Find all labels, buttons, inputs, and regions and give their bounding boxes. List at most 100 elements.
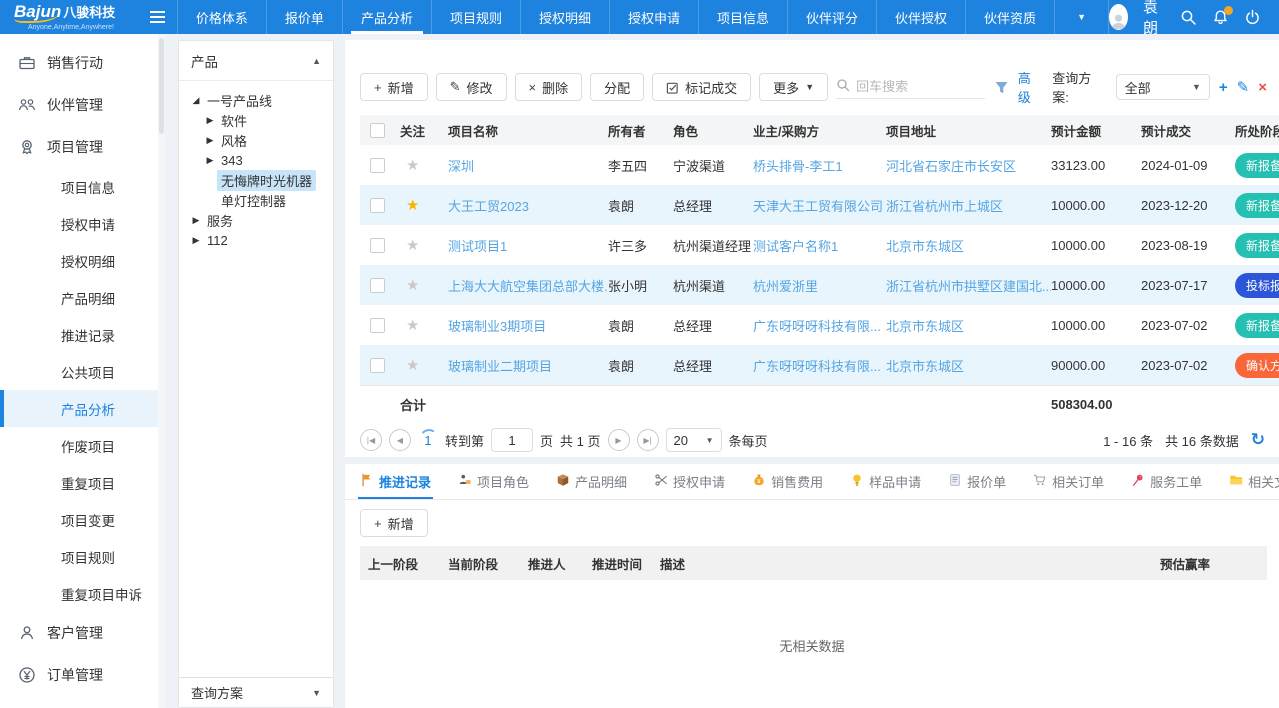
tree-collapsed-icon[interactable]: ▶ [203, 115, 217, 126]
prev-page-button[interactable]: ◀ [389, 429, 411, 451]
table-row[interactable]: ★ 上海大大航空集团总部大楼... 张小明 杭州渠道 杭州爱浙里 浙江省杭州市拱… [360, 265, 1279, 305]
last-page-button[interactable]: ▶| [637, 429, 659, 451]
nav-item-7[interactable]: 伙伴评分 [787, 0, 876, 34]
column-header-项目名称[interactable]: 项目名称 [448, 121, 608, 140]
table-row[interactable]: ★ 测试项目1 许三多 杭州渠道经理 测试客户名称1 北京市东城区 10000.… [360, 225, 1279, 265]
buyer-link[interactable]: 广东呀呀呀科技有限... [753, 316, 886, 335]
sidebar-scrollbar[interactable] [158, 34, 165, 708]
favorite-star-icon[interactable]: ★ [400, 277, 419, 294]
tree-expanded-icon[interactable]: ◢ [189, 95, 203, 106]
tree-node-软件[interactable]: ▶软件 [185, 110, 327, 130]
advanced-search-link[interactable]: 高级 [1018, 68, 1043, 106]
column-header-关注[interactable]: 关注 [400, 121, 448, 140]
favorite-star-icon[interactable]: ★ [400, 197, 419, 214]
project-name-link[interactable]: 测试项目1 [448, 236, 608, 255]
buyer-link[interactable]: 广东呀呀呀科技有限... [753, 356, 886, 375]
first-page-button[interactable]: |◀ [360, 429, 382, 451]
sidebar-group-销售行动[interactable]: 销售行动 [0, 42, 165, 84]
edit-button[interactable]: ✎修改 [436, 73, 507, 101]
address-link[interactable]: 北京市东城区 [886, 236, 1051, 255]
sidebar-item-作废项目[interactable]: 作废项目 [0, 427, 165, 464]
tree-panel-header[interactable]: 产品 ▲ [179, 41, 333, 81]
assign-button[interactable]: 分配 [590, 73, 644, 101]
tab-相关订单[interactable]: 相关订单 [1033, 464, 1104, 499]
select-all-checkbox[interactable] [370, 123, 385, 138]
sidebar-item-推进记录[interactable]: 推进记录 [0, 316, 165, 353]
collapse-up-icon[interactable]: ▲ [312, 56, 321, 66]
column-header-预计成交[interactable]: 预计成交 [1141, 121, 1235, 140]
sidebar-item-项目变更[interactable]: 项目变更 [0, 501, 165, 538]
nav-item-4[interactable]: 授权明细 [520, 0, 609, 34]
nav-item-3[interactable]: 项目规则 [431, 0, 520, 34]
row-checkbox[interactable] [370, 238, 385, 253]
nav-item-6[interactable]: 项目信息 [698, 0, 787, 34]
sidebar-item-重复项目申诉[interactable]: 重复项目申诉 [0, 575, 165, 612]
favorite-star-icon[interactable]: ★ [400, 357, 419, 374]
search-icon[interactable] [1180, 9, 1197, 26]
favorite-star-icon[interactable]: ★ [400, 317, 419, 334]
nav-item-0[interactable]: 价格体系 [177, 0, 266, 34]
edit-plan-icon[interactable]: ✎ [1237, 80, 1250, 95]
add-button[interactable]: +新增 [360, 73, 428, 101]
nav-item-1[interactable]: 报价单 [266, 0, 342, 34]
search-input[interactable]: 回车搜索 [836, 76, 985, 99]
next-page-button[interactable]: ▶ [608, 429, 630, 451]
tree-collapsed-icon[interactable]: ▶ [203, 135, 217, 146]
tab-项目角色[interactable]: 项目角色 [458, 464, 529, 499]
tree-node-112[interactable]: ▶112 [185, 230, 327, 250]
user-avatar[interactable] [1109, 4, 1128, 30]
tab-相关文件[interactable]: 相关文件 [1229, 464, 1279, 499]
app-logo[interactable]: Bajun 八骏科技 Anyone,Anytime,Anywhere! [0, 0, 138, 34]
tree-node-单灯控制器[interactable]: 单灯控制器 [185, 190, 327, 210]
tab-销售费用[interactable]: ¥销售费用 [752, 464, 823, 499]
row-checkbox[interactable] [370, 158, 385, 173]
project-name-link[interactable]: 玻璃制业二期项目 [448, 356, 608, 375]
delete-button[interactable]: ×删除 [515, 73, 583, 101]
column-header-所处阶段[interactable]: 所处阶段 [1235, 121, 1279, 140]
project-name-link[interactable]: 玻璃制业3期项目 [448, 316, 608, 335]
detail-add-button[interactable]: +新增 [360, 509, 428, 537]
row-checkbox[interactable] [370, 318, 385, 333]
row-checkbox[interactable] [370, 358, 385, 373]
buyer-link[interactable]: 测试客户名称1 [753, 236, 886, 255]
tab-产品明细[interactable]: 产品明细 [556, 464, 627, 499]
buyer-link[interactable]: 桥头排骨-李工1 [753, 156, 886, 175]
column-header-业主/采购方[interactable]: 业主/采购方 [753, 121, 886, 140]
address-link[interactable]: 北京市东城区 [886, 316, 1051, 335]
address-link[interactable]: 河北省石家庄市长安区 [886, 156, 1051, 175]
tab-样品申请[interactable]: 样品申请 [850, 464, 921, 499]
user-name[interactable]: 袁朗 [1143, 0, 1165, 38]
sidebar-group-服务支持[interactable]: 服务支持 [0, 696, 165, 708]
sidebar-item-项目信息[interactable]: 项目信息 [0, 168, 165, 205]
more-button[interactable]: 更多▼ [759, 73, 828, 101]
tab-授权申请[interactable]: 授权申请 [654, 464, 725, 499]
current-page[interactable]: 1 [418, 433, 438, 448]
tree-collapsed-icon[interactable]: ▶ [203, 155, 217, 166]
row-checkbox[interactable] [370, 198, 385, 213]
sidebar-item-产品分析[interactable]: 产品分析 [0, 390, 165, 427]
tree-collapsed-icon[interactable]: ▶ [189, 215, 203, 226]
table-row[interactable]: ★ 大王工贸2023 袁朗 总经理 天津大王工贸有限公司 浙江省杭州市上城区 1… [360, 185, 1279, 225]
more-menu-caret-icon[interactable]: ▼ [1054, 0, 1109, 34]
sidebar-item-授权申请[interactable]: 授权申请 [0, 205, 165, 242]
bell-icon[interactable] [1212, 9, 1229, 26]
tree-collapsed-icon[interactable]: ▶ [189, 235, 203, 246]
table-row[interactable]: ★ 玻璃制业二期项目 袁朗 总经理 广东呀呀呀科技有限... 北京市东城区 90… [360, 345, 1279, 385]
buyer-link[interactable]: 杭州爱浙里 [753, 276, 886, 295]
buyer-link[interactable]: 天津大王工贸有限公司 [753, 196, 886, 215]
page-input[interactable] [491, 428, 533, 452]
column-header-角色[interactable]: 角色 [673, 121, 753, 140]
sidebar-item-产品明细[interactable]: 产品明细 [0, 279, 165, 316]
add-plan-icon[interactable]: + [1219, 80, 1228, 95]
sidebar-item-重复项目[interactable]: 重复项目 [0, 464, 165, 501]
nav-item-9[interactable]: 伙伴资质 [965, 0, 1054, 34]
favorite-star-icon[interactable]: ★ [400, 237, 419, 254]
address-link[interactable]: 浙江省杭州市上城区 [886, 196, 1051, 215]
sidebar-item-项目规则[interactable]: 项目规则 [0, 538, 165, 575]
address-link[interactable]: 浙江省杭州市拱墅区建国北... [886, 276, 1051, 295]
query-plan-select[interactable]: 全部▼ [1116, 74, 1210, 100]
column-header-预计金额[interactable]: 预计金额 [1051, 121, 1141, 140]
sidebar-group-订单管理[interactable]: 订单管理 [0, 654, 165, 696]
nav-item-2[interactable]: 产品分析 [342, 0, 431, 34]
sidebar-group-客户管理[interactable]: 客户管理 [0, 612, 165, 654]
